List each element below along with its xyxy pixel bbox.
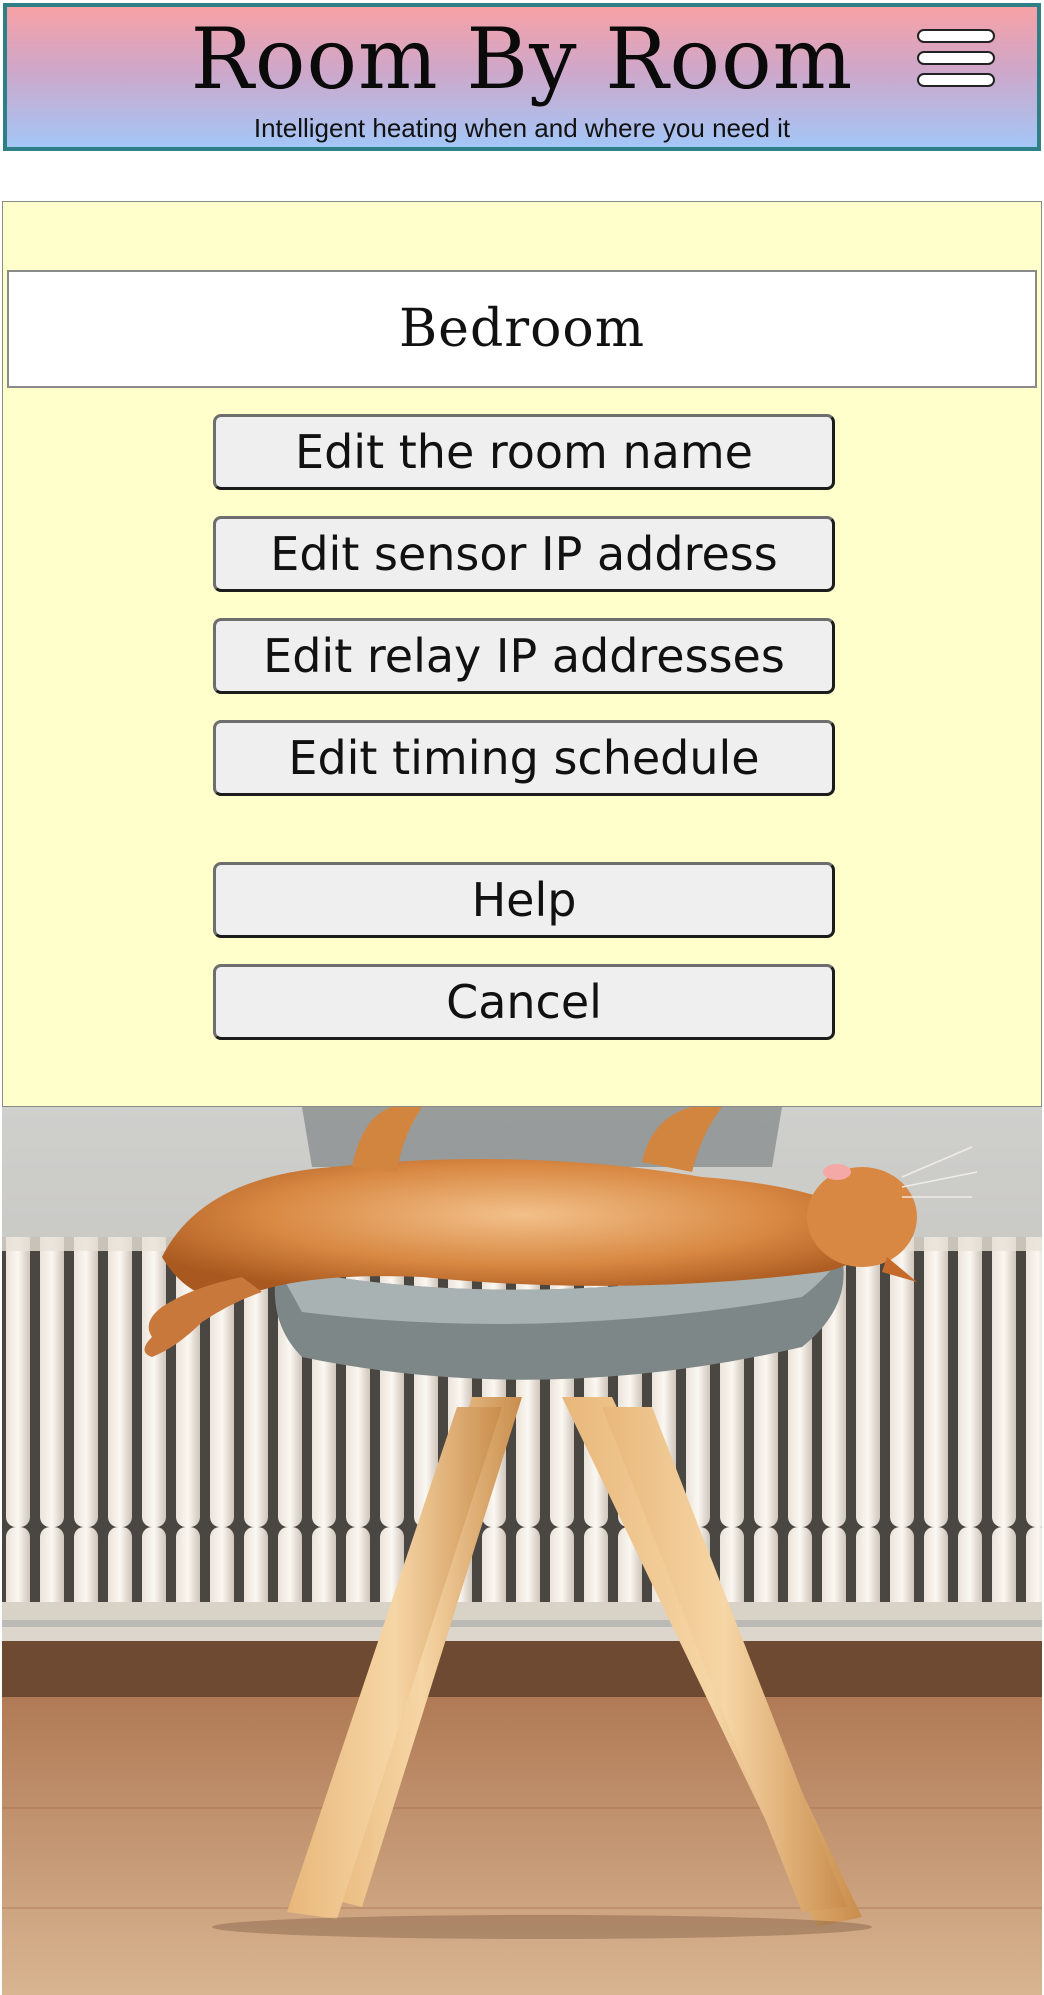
site-subtitle: Intelligent heating when and where you n… bbox=[253, 113, 791, 143]
site-title: Room By Room bbox=[190, 10, 854, 108]
help-button[interactable]: Help bbox=[213, 862, 835, 938]
room-name: Bedroom bbox=[398, 299, 646, 359]
cancel-button[interactable]: Cancel bbox=[213, 964, 835, 1040]
cat-on-chair-image bbox=[2, 1107, 1042, 1995]
cat-photo bbox=[2, 1107, 1042, 1995]
edit-relay-ips-button[interactable]: Edit relay IP addresses bbox=[213, 618, 835, 694]
site-header: Room By Room Intelligent heating when an… bbox=[3, 3, 1041, 151]
menu-bar bbox=[917, 51, 995, 65]
edit-sensor-ip-button[interactable]: Edit sensor IP address bbox=[213, 516, 835, 592]
hamburger-menu-icon[interactable] bbox=[917, 29, 995, 87]
menu-bar bbox=[917, 73, 995, 87]
room-edit-panel: Bedroom Edit the room name Edit sensor I… bbox=[2, 201, 1042, 1107]
menu-bar bbox=[917, 29, 995, 43]
room-name-box: Bedroom bbox=[7, 270, 1037, 388]
edit-schedule-button[interactable]: Edit timing schedule bbox=[213, 720, 835, 796]
edit-room-name-button[interactable]: Edit the room name bbox=[213, 414, 835, 490]
